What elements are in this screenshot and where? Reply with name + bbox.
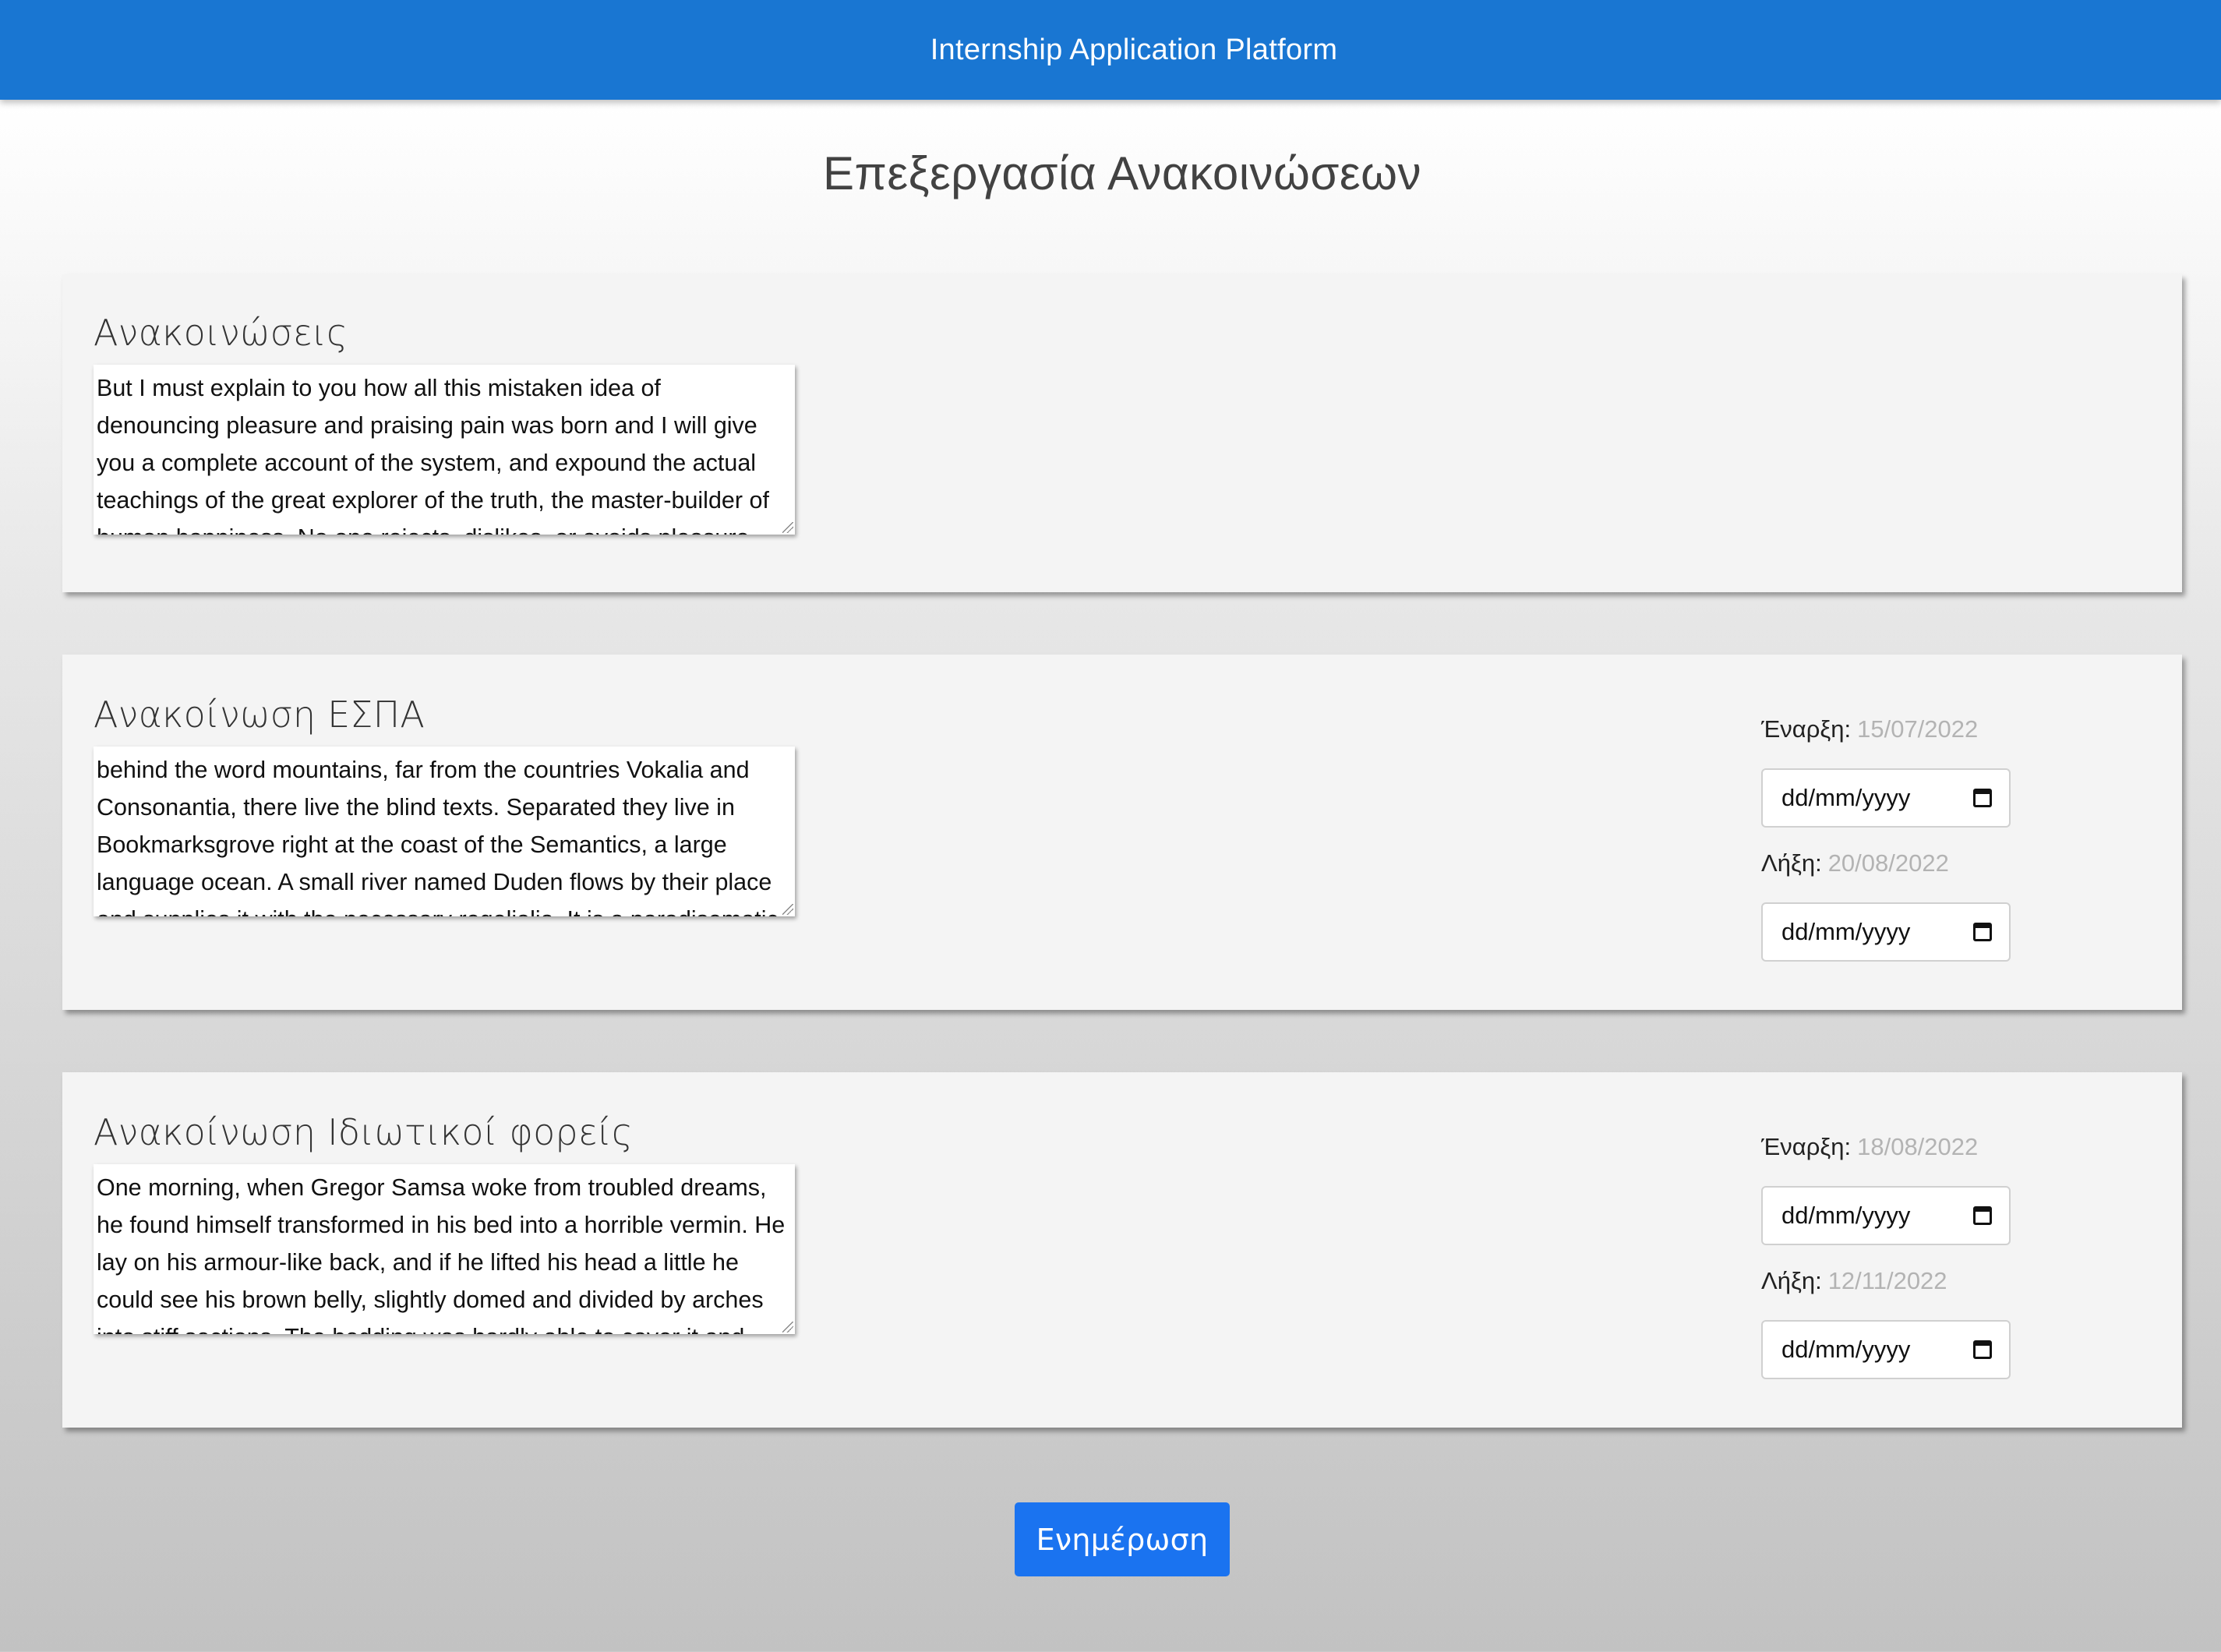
start-date-label: Έναρξη: 18/08/2022 bbox=[1761, 1131, 2011, 1163]
resize-grip-icon[interactable] bbox=[782, 1322, 793, 1333]
page-title: Επεξεργασία Ανακοινώσεων bbox=[822, 147, 1422, 199]
end-date-label: Λήξη: 20/08/2022 bbox=[1761, 848, 2011, 879]
espa-start-date-group: Έναρξη: 15/07/2022 dd/mm/yyyy bbox=[1761, 714, 2011, 828]
espa-end-date-group: Λήξη: 20/08/2022 dd/mm/yyyy bbox=[1761, 848, 2011, 962]
end-date-current-value: 20/08/2022 bbox=[1827, 849, 1949, 877]
calendar-icon[interactable] bbox=[1973, 789, 1992, 807]
date-input-placeholder: dd/mm/yyyy bbox=[1781, 918, 1911, 945]
start-date-label-text: Έναρξη: bbox=[1761, 715, 1852, 743]
start-date-input[interactable]: dd/mm/yyyy bbox=[1761, 1186, 2011, 1245]
end-date-label: Λήξη: 12/11/2022 bbox=[1761, 1265, 2011, 1297]
end-date-input[interactable]: dd/mm/yyyy bbox=[1761, 902, 2011, 962]
resize-grip-icon[interactable] bbox=[782, 904, 793, 915]
date-input-placeholder: dd/mm/yyyy bbox=[1781, 784, 1911, 811]
announcements-card: Ανακοινώσεις But I must explain to you h… bbox=[62, 274, 2182, 592]
end-date-label-text: Λήξη: bbox=[1761, 849, 1822, 877]
app-title: Internship Application Platform bbox=[930, 33, 1338, 66]
start-date-label: Έναρξη: 15/07/2022 bbox=[1761, 714, 2011, 745]
card-title: Ανακοίνωση Ιδιωτικοί φορείς bbox=[94, 1111, 634, 1153]
end-date-input[interactable]: dd/mm/yyyy bbox=[1761, 1320, 2011, 1379]
start-date-current-value: 18/08/2022 bbox=[1857, 1133, 1979, 1160]
calendar-icon[interactable] bbox=[1973, 923, 1992, 941]
card-title: Ανακοίνωση ΕΣΠΑ bbox=[94, 694, 425, 736]
end-date-current-value: 12/11/2022 bbox=[1827, 1267, 1947, 1294]
private-sector-announcement-textarea[interactable]: One morning, when Gregor Samsa woke from… bbox=[94, 1164, 795, 1334]
private-end-date-group: Λήξη: 12/11/2022 dd/mm/yyyy bbox=[1761, 1265, 2011, 1379]
private-sector-announcement-card: Ανακοίνωση Ιδιωτικοί φορείς One morning,… bbox=[62, 1072, 2182, 1428]
announcement-textarea[interactable]: But I must explain to you how all this m… bbox=[94, 365, 795, 535]
date-input-placeholder: dd/mm/yyyy bbox=[1781, 1202, 1911, 1229]
top-navbar: Internship Application Platform bbox=[0, 0, 2221, 100]
resize-grip-icon[interactable] bbox=[782, 522, 793, 533]
espa-announcement-text: behind the word mountains, far from the … bbox=[97, 757, 779, 916]
private-start-date-group: Έναρξη: 18/08/2022 dd/mm/yyyy bbox=[1761, 1131, 2011, 1245]
date-input-placeholder: dd/mm/yyyy bbox=[1781, 1336, 1911, 1363]
update-button[interactable]: Ενημέρωση bbox=[1015, 1502, 1230, 1576]
start-date-label-text: Έναρξη: bbox=[1761, 1133, 1852, 1160]
end-date-label-text: Λήξη: bbox=[1761, 1267, 1822, 1294]
espa-announcement-textarea[interactable]: behind the word mountains, far from the … bbox=[94, 747, 795, 916]
start-date-input[interactable]: dd/mm/yyyy bbox=[1761, 768, 2011, 828]
calendar-icon[interactable] bbox=[1973, 1206, 1992, 1225]
start-date-current-value: 15/07/2022 bbox=[1857, 715, 1979, 743]
announcement-text: But I must explain to you how all this m… bbox=[97, 375, 769, 535]
espa-announcement-card: Ανακοίνωση ΕΣΠΑ behind the word mountain… bbox=[62, 655, 2182, 1010]
calendar-icon[interactable] bbox=[1973, 1340, 1992, 1359]
card-title: Ανακοινώσεις bbox=[94, 312, 348, 354]
private-sector-announcement-text: One morning, when Gregor Samsa woke from… bbox=[97, 1174, 786, 1334]
